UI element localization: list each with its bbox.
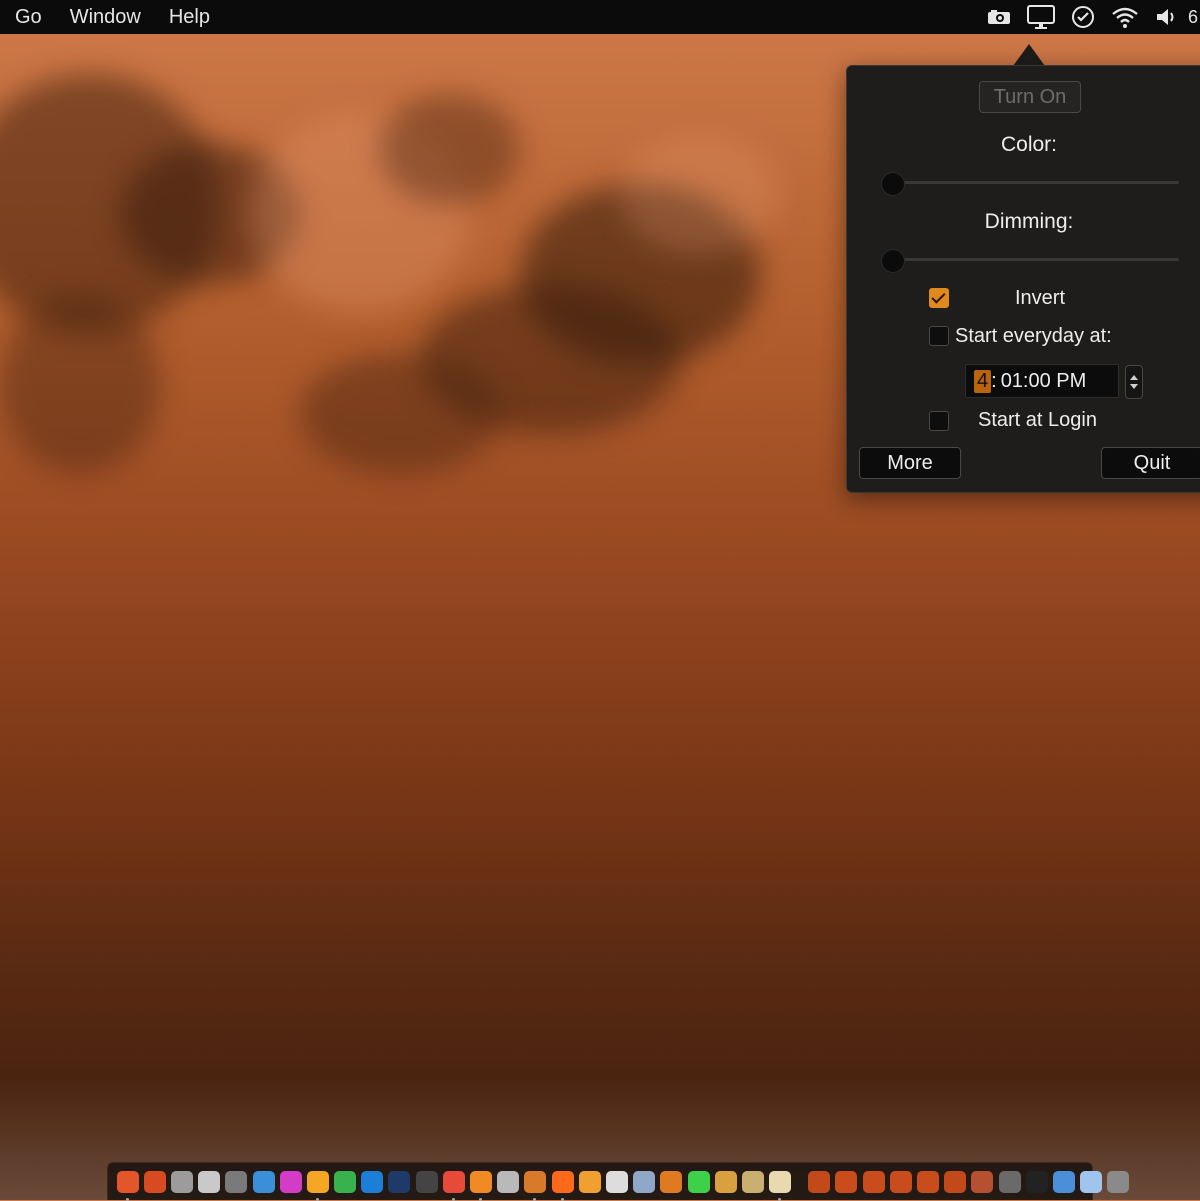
dock-app-2-icon[interactable]: [143, 1170, 166, 1193]
invert-checkbox[interactable]: [929, 288, 949, 308]
dock-minimized-11-icon[interactable]: [1080, 1170, 1103, 1193]
dock-app-7-icon[interactable]: [279, 1170, 302, 1193]
menu-go[interactable]: Go: [15, 6, 42, 29]
clock-text[interactable]: 6: [1188, 7, 1200, 28]
dock-skype-icon[interactable]: [551, 1170, 574, 1201]
dock-minimized-5-icon[interactable]: [917, 1170, 940, 1193]
dock-app-18-icon[interactable]: [578, 1170, 601, 1193]
dock-music-icon[interactable]: [334, 1170, 357, 1193]
dock-app-6-icon[interactable]: [252, 1170, 275, 1193]
stepper-down-icon[interactable]: [1130, 384, 1138, 389]
dock-minimized-4-icon[interactable]: [889, 1170, 912, 1193]
dock-app-5-icon[interactable]: [225, 1170, 248, 1193]
quit-button[interactable]: Quit: [1101, 447, 1200, 479]
start-everyday-checkbox[interactable]: [929, 326, 949, 346]
more-button[interactable]: More: [859, 447, 961, 479]
dock-calendar-icon[interactable]: [198, 1170, 221, 1193]
time-hour-segment[interactable]: 4: [974, 369, 992, 393]
dock-minimized-1-icon[interactable]: [808, 1170, 831, 1193]
start-everyday-label: Start everyday at:: [955, 325, 1112, 347]
dock-app-20-icon[interactable]: [633, 1170, 656, 1193]
dock-app-11-icon[interactable]: [388, 1170, 411, 1193]
dock-minimized-2-icon[interactable]: [835, 1170, 858, 1193]
dock-app-23-icon[interactable]: [714, 1170, 737, 1193]
dock-app-15-icon[interactable]: [497, 1170, 520, 1193]
dock-app-16-icon[interactable]: [524, 1170, 547, 1201]
time-separator: :: [991, 369, 997, 392]
color-slider-knob[interactable]: [881, 172, 905, 196]
volume-icon[interactable]: [1150, 0, 1184, 34]
status-area: 6: [974, 0, 1200, 34]
dock-dropbox-icon[interactable]: [660, 1170, 683, 1193]
menu-window[interactable]: Window: [70, 6, 141, 29]
dimming-slider-track: [883, 258, 1179, 261]
dock-minimized-7-icon[interactable]: [971, 1170, 994, 1193]
dock-app-22-icon[interactable]: [687, 1170, 710, 1193]
checkmark-circle-icon[interactable]: [1066, 0, 1100, 34]
menu-help[interactable]: Help: [169, 6, 210, 29]
time-rest-segment[interactable]: 01:00 PM: [1001, 370, 1087, 393]
color-slider[interactable]: [881, 172, 1179, 196]
menu-bar: Go Window Help 6: [0, 0, 1200, 34]
start-time-field[interactable]: 4 : 01:00 PM: [965, 364, 1119, 398]
dock-app-8-icon[interactable]: [306, 1170, 329, 1201]
dock-minimized-8-icon[interactable]: [998, 1170, 1021, 1193]
dock-safari-icon[interactable]: [470, 1170, 493, 1201]
start-login-checkbox[interactable]: [929, 411, 949, 431]
popover-arrow: [1013, 44, 1045, 66]
dock-photoshop-icon[interactable]: [769, 1170, 792, 1201]
display-icon[interactable]: [1024, 0, 1058, 34]
dimming-slider-knob[interactable]: [881, 249, 905, 273]
dock-app-19-icon[interactable]: [605, 1170, 628, 1193]
night-shift-popover: Turn On Color: Dimming: Invert Start eve…: [846, 65, 1200, 493]
dock-minimized-9-icon[interactable]: [1025, 1170, 1048, 1193]
dock-app-24-icon[interactable]: [741, 1170, 764, 1193]
wifi-icon[interactable]: [1108, 0, 1142, 34]
dock-app-12-icon[interactable]: [415, 1170, 438, 1193]
color-label: Color:: [1000, 133, 1058, 156]
dock-minimized-6-icon[interactable]: [944, 1170, 967, 1193]
stepper-up-icon[interactable]: [1130, 375, 1138, 380]
dock-trash-icon[interactable]: [1107, 1170, 1130, 1193]
dock-chrome-icon[interactable]: [442, 1170, 465, 1201]
dock-minimized-10-icon[interactable]: [1052, 1170, 1075, 1193]
dock-app-3-icon[interactable]: [170, 1170, 193, 1193]
dimming-slider[interactable]: [881, 249, 1179, 273]
dock-app-1-icon[interactable]: [116, 1170, 139, 1201]
color-slider-track: [883, 181, 1179, 184]
time-stepper[interactable]: [1125, 365, 1143, 399]
invert-label: Invert: [1015, 287, 1066, 309]
turn-on-button[interactable]: Turn On: [979, 81, 1081, 113]
start-login-label: Start at Login: [978, 409, 1097, 431]
dimming-label: Dimming:: [984, 210, 1074, 233]
dock-app-10-icon[interactable]: [361, 1170, 384, 1193]
dock-minimized-3-icon[interactable]: [862, 1170, 885, 1193]
dock: [107, 1162, 1130, 1201]
camera-icon[interactable]: [982, 0, 1016, 34]
